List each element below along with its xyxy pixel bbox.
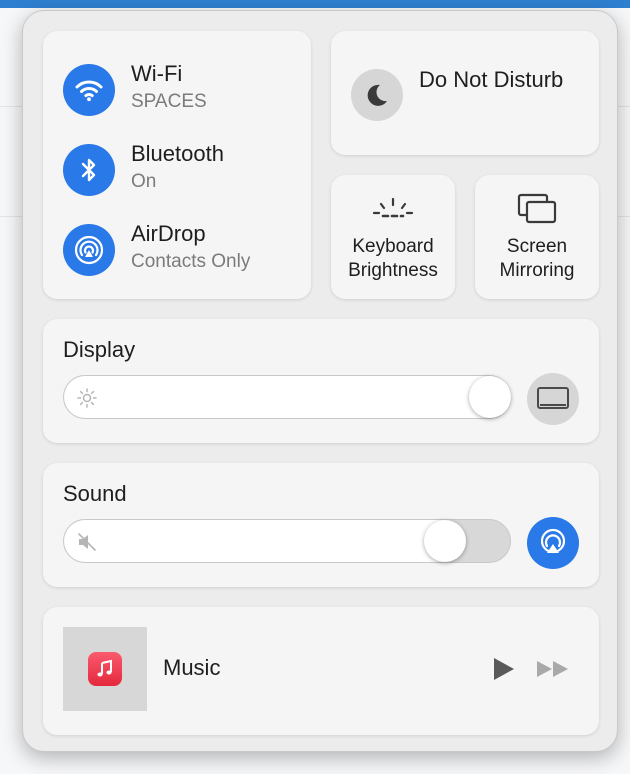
sound-module: Sound (43, 463, 599, 587)
play-icon (494, 658, 514, 680)
bluetooth-status: On (131, 171, 157, 192)
display-title: Display (63, 337, 136, 362)
speaker-muted-icon (76, 531, 98, 553)
display-icon (537, 387, 569, 409)
bluetooth-title: Bluetooth (131, 141, 224, 166)
wifi-icon[interactable] (63, 64, 115, 116)
album-art[interactable] (63, 627, 147, 711)
wifi-title: Wi-Fi (131, 61, 183, 86)
fast-forward-icon (537, 661, 568, 677)
screen-mirroring-label: Screen Mirroring (499, 236, 575, 281)
keyboard-brightness-label: Keyboard Brightness (348, 236, 438, 281)
display-settings-button[interactable] (527, 373, 579, 425)
display-brightness-knob[interactable] (469, 376, 511, 418)
airdrop-status: Contacts Only (131, 251, 251, 272)
audio-output-button[interactable] (527, 517, 579, 569)
airdrop-title: AirDrop (131, 221, 206, 246)
display-brightness-slider[interactable] (63, 375, 511, 419)
bluetooth-toggle[interactable]: Bluetooth On (63, 141, 303, 201)
desktop-top-edge (0, 0, 630, 8)
next-track-button[interactable] (535, 658, 571, 680)
keyboard-brightness-tile[interactable]: Keyboard Brightness (331, 175, 455, 299)
bluetooth-icon[interactable] (63, 144, 115, 196)
wifi-network-name: SPACES (131, 91, 207, 112)
wifi-toggle[interactable]: Wi-Fi SPACES (63, 61, 303, 121)
do-not-disturb-label: Do Not Disturb (419, 67, 564, 92)
volume-fill (64, 520, 447, 562)
airplay-audio-icon (540, 528, 566, 554)
moon-icon[interactable] (351, 69, 403, 121)
now-playing-app-name: Music (163, 655, 221, 680)
screen-mirroring-tile[interactable]: Screen Mirroring (475, 175, 599, 299)
screen-mirroring-icon (513, 191, 561, 231)
connectivity-module: Wi-Fi SPACES Bluetooth On AirDrop Contac… (43, 31, 311, 299)
sound-title: Sound (63, 481, 127, 506)
keyboard-brightness-icon (369, 191, 417, 231)
control-center-panel: Wi-Fi SPACES Bluetooth On AirDrop Contac… (22, 10, 618, 752)
play-button[interactable] (489, 655, 517, 683)
airdrop-toggle[interactable]: AirDrop Contacts Only (63, 221, 303, 281)
airdrop-icon[interactable] (63, 224, 115, 276)
display-module: Display (43, 319, 599, 443)
music-note-icon (88, 652, 122, 686)
sun-icon (76, 387, 98, 409)
display-brightness-fill (64, 376, 491, 418)
do-not-disturb-tile[interactable]: Do Not Disturb (331, 31, 599, 155)
now-playing-module: Music (43, 607, 599, 735)
